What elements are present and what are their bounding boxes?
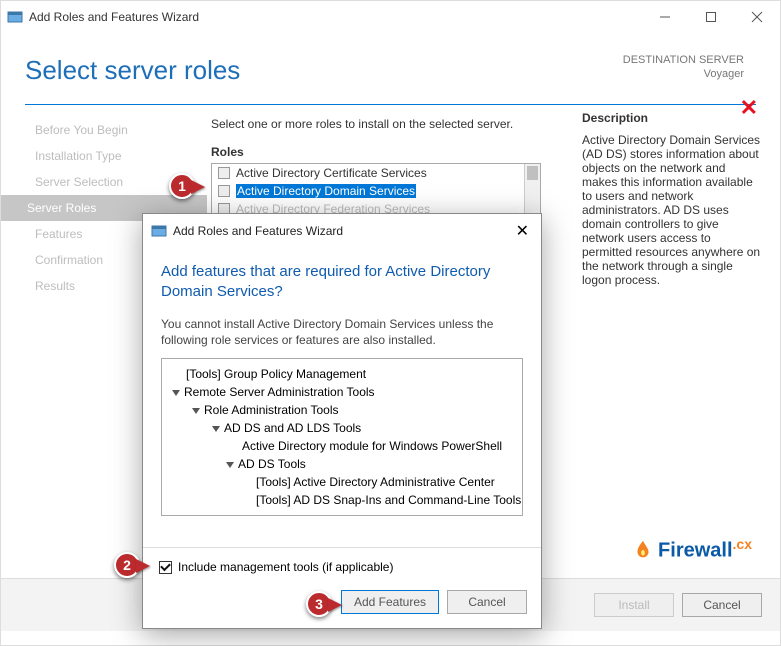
- window-controls: [642, 1, 780, 33]
- destination-server: DESTINATION SERVER Voyager: [623, 53, 744, 81]
- features-tree[interactable]: [Tools] Group Policy Management Remote S…: [161, 358, 523, 516]
- app-icon: [7, 9, 23, 25]
- description-text: Active Directory Domain Services (AD DS)…: [582, 133, 764, 287]
- required-features-dialog: Add Roles and Features Wizard ✕ Add feat…: [142, 213, 542, 629]
- destination-label: DESTINATION SERVER: [623, 53, 744, 67]
- roles-heading: Roles: [211, 145, 562, 159]
- caret-down-icon[interactable]: [226, 462, 234, 468]
- role-label: Active Directory Certificate Services: [236, 166, 427, 180]
- checkbox-icon[interactable]: [218, 167, 230, 179]
- tree-item: AD DS and AD LDS Tools: [168, 419, 516, 437]
- scrollbar-thumb[interactable]: [527, 166, 538, 180]
- tree-item: [Tools] Group Policy Management: [168, 365, 516, 383]
- include-tools-row[interactable]: Include management tools (if applicable): [143, 548, 541, 574]
- maximize-button[interactable]: [688, 1, 734, 33]
- include-tools-checkbox[interactable]: [159, 561, 172, 574]
- wizard-header: Select server roles DESTINATION SERVER V…: [1, 33, 780, 94]
- caret-down-icon[interactable]: [212, 426, 220, 432]
- tree-item: Remote Server Administration Tools: [168, 383, 516, 401]
- cancel-button[interactable]: Cancel: [682, 593, 762, 617]
- tree-item: [Tools] AD DS Snap-Ins and Command-Line …: [168, 491, 516, 509]
- tree-item: [Tools] Active Directory Administrative …: [168, 473, 516, 491]
- caret-down-icon[interactable]: [172, 390, 180, 396]
- caret-down-icon[interactable]: [192, 408, 200, 414]
- tree-item: AD DS Tools: [168, 455, 516, 473]
- watermark-suffix: .cx: [733, 536, 752, 552]
- window-title: Add Roles and Features Wizard: [29, 10, 642, 24]
- dialog-body: Add features that are required for Activ…: [143, 248, 541, 533]
- nav-server-selection[interactable]: Server Selection: [1, 169, 207, 195]
- check-icon: [160, 561, 171, 572]
- add-features-button[interactable]: Add Features: [341, 590, 439, 614]
- dialog-question: Add features that are required for Activ…: [161, 262, 523, 302]
- include-tools-label: Include management tools (if applicable): [178, 560, 393, 574]
- role-row[interactable]: Active Directory Domain Services: [212, 182, 540, 200]
- close-button[interactable]: [734, 1, 780, 33]
- watermark-brand: Firewall: [658, 540, 732, 562]
- role-row[interactable]: Active Directory Certificate Services: [212, 164, 540, 182]
- description-panel: Description Active Directory Domain Serv…: [576, 111, 780, 299]
- watermark: Firewall.cx: [632, 536, 752, 563]
- tree-item: Role Administration Tools: [168, 401, 516, 419]
- dialog-close-button[interactable]: ✕: [512, 221, 533, 241]
- title-bar: Add Roles and Features Wizard: [1, 1, 780, 33]
- dialog-titlebar: Add Roles and Features Wizard ✕: [143, 214, 541, 248]
- dialog-note: You cannot install Active Directory Doma…: [161, 316, 523, 348]
- destination-name: Voyager: [623, 67, 744, 81]
- install-button[interactable]: Install: [594, 593, 674, 617]
- dialog-buttons: Add Features Cancel: [143, 574, 541, 628]
- description-heading: Description: [582, 111, 764, 125]
- instruction-text: Select one or more roles to install on t…: [211, 117, 562, 131]
- nav-installation-type[interactable]: Installation Type: [1, 143, 207, 169]
- flame-icon: [632, 539, 654, 561]
- tree-item: Active Directory module for Windows Powe…: [168, 437, 516, 455]
- checkbox-icon[interactable]: [218, 185, 230, 197]
- close-x-icon[interactable]: ✕: [740, 95, 758, 121]
- dialog-title: Add Roles and Features Wizard: [173, 224, 512, 238]
- dialog-cancel-button[interactable]: Cancel: [447, 590, 527, 614]
- nav-before-you-begin[interactable]: Before You Begin: [1, 117, 207, 143]
- app-icon: [151, 223, 167, 239]
- header-rule: [25, 104, 756, 105]
- minimize-button[interactable]: [642, 1, 688, 33]
- role-label: Active Directory Domain Services: [236, 184, 416, 198]
